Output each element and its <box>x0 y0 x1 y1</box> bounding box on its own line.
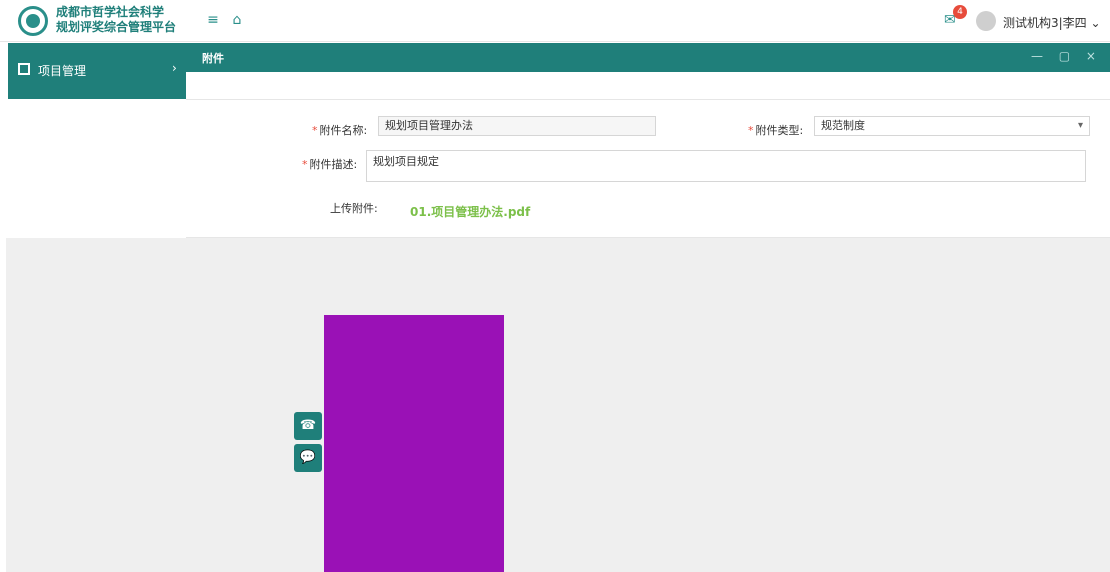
chevron-down-icon: ⌄ <box>1090 16 1101 30</box>
panel-toolbar <box>186 72 1110 100</box>
avatar[interactable] <box>976 11 996 31</box>
panel-title: 附件 <box>202 52 224 65</box>
brand-line-2: 规划评奖综合管理平台 <box>56 20 177 34</box>
home-icon[interactable]: ⌂ <box>229 12 245 28</box>
attachment-file-link[interactable]: 01.项目管理办法.pdf <box>410 203 530 220</box>
attachment-type-select[interactable]: 规范制度 ▾ <box>814 116 1090 136</box>
panel-header: 附件 — ▢ × <box>186 43 1110 72</box>
brand-line-1: 成都市哲学社会科学 <box>56 5 165 19</box>
sidebar-item-project-management[interactable]: 项目管理 › <box>8 43 186 99</box>
attachment-type-label: * 附件类型: <box>748 124 804 137</box>
message-badge: 4 <box>953 5 967 19</box>
top-bar: 成都市哲学社会科学 规划评奖综合管理平台 ≡ ⌂ ✉ 4 测试机构3|李四 ⌄ <box>0 0 1110 42</box>
sidebar: 项目管理 › <box>8 43 186 99</box>
platform-logo[interactable] <box>18 6 48 36</box>
attachment-type-value: 规范制度 <box>821 119 865 132</box>
attachment-desc-textarea[interactable]: 规划项目规定 <box>366 150 1086 182</box>
chevron-down-icon: ▾ <box>1077 120 1083 131</box>
brand-title: 成都市哲学社会科学 规划评奖综合管理平台 <box>56 5 176 35</box>
menu-icon[interactable]: ≡ <box>205 12 221 28</box>
sidebar-item-label: 项目管理 <box>38 64 87 78</box>
attachment-name-input[interactable]: 规划项目管理办法 <box>378 116 656 136</box>
attachment-name-label: * 附件名称: <box>312 124 368 137</box>
purple-block <box>324 315 504 572</box>
attachment-form: * 附件名称: 规划项目管理办法 * 附件类型: 规范制度 ▾ * 附件描述: 规划项… <box>186 100 1110 238</box>
user-menu[interactable]: 测试机构3|李四 ⌄ <box>1003 14 1101 31</box>
phone-icon[interactable]: ☎ <box>294 412 322 440</box>
square-icon <box>18 63 30 75</box>
panel-window-controls[interactable]: — ▢ × <box>1031 49 1102 63</box>
attachment-desc-label: * 附件描述: <box>302 158 358 171</box>
user-name: 测试机构3|李四 <box>1003 16 1087 30</box>
upload-attachment-label: 上传附件: <box>330 202 378 215</box>
chat-icon[interactable]: 💬 <box>294 444 322 472</box>
content-area <box>6 238 1110 572</box>
chevron-right-icon: › <box>172 61 177 75</box>
